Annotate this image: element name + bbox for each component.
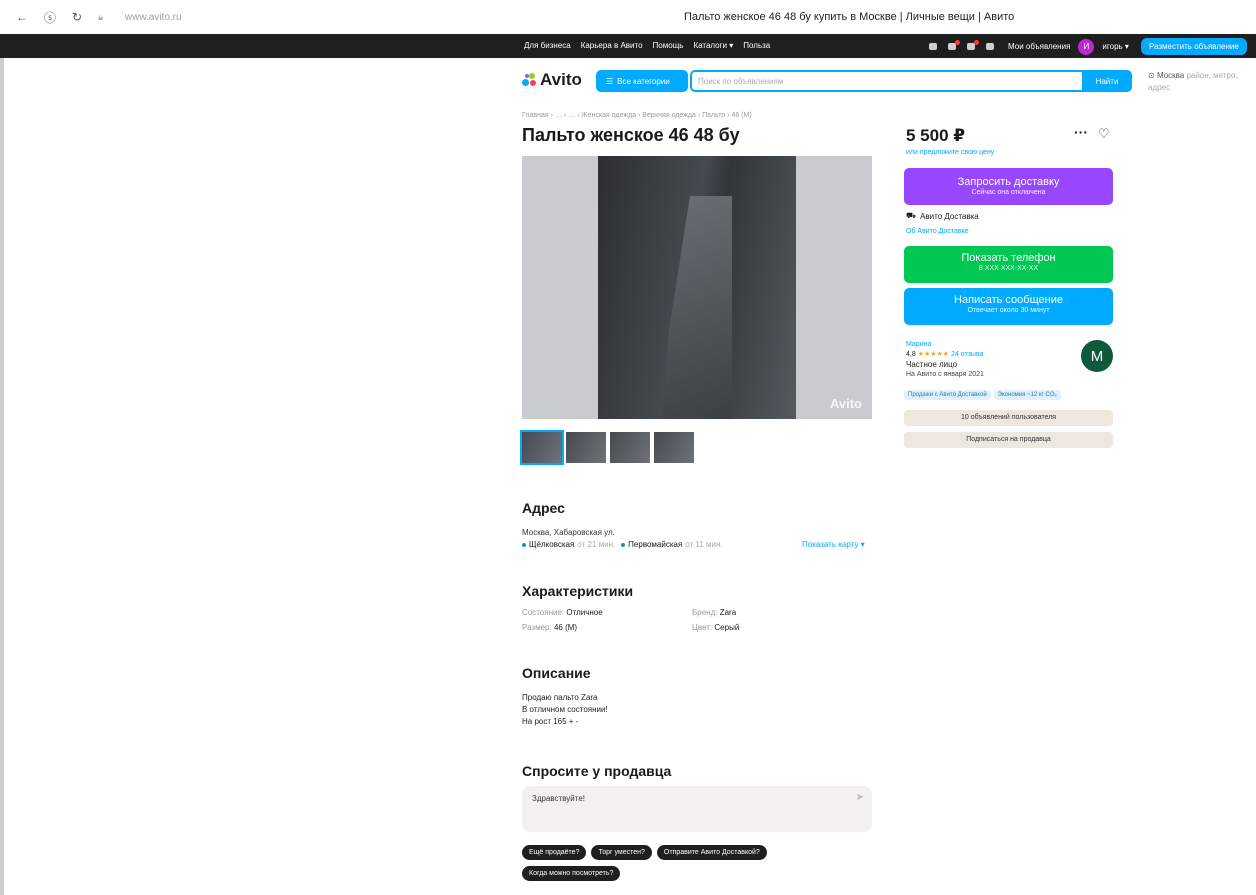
pin-icon: ⊙: [1148, 71, 1155, 80]
price: 5 500 ₽: [906, 126, 966, 145]
back-icon[interactable]: ←: [16, 10, 28, 24]
window-edge: [0, 34, 4, 895]
ask-seller-heading: Спросите у продавца: [522, 763, 672, 779]
notifications-icon[interactable]: [947, 40, 960, 52]
rating-stars-icon: ★★★★★: [917, 351, 950, 358]
show-map-link[interactable]: Показать карту ▾: [802, 540, 865, 549]
more-options-icon[interactable]: ···: [1074, 124, 1088, 140]
all-categories-button[interactable]: ☰ Все категории: [596, 70, 688, 92]
spec-item: Размер: 46 (M): [522, 623, 578, 632]
post-ad-button[interactable]: Разместить объявление: [1140, 38, 1247, 55]
metro-stations: Щёлковская от 21 мин. Первомайская от 11…: [522, 540, 723, 549]
thumbnail-4[interactable]: [654, 432, 694, 463]
browser-page-title: Пальто женское 46 48 бу купить в Москве …: [684, 11, 1015, 23]
top-navigation: Для бизнеса Карьера в Авито Помощь Катал…: [0, 34, 1256, 58]
write-message-button[interactable]: Написать сообщение Отвечает около 30 мин…: [904, 288, 1113, 325]
spec-item: Состояние: Отличное: [522, 608, 603, 617]
seller-badge: Экономия ~12 кг CO₂: [993, 390, 1061, 400]
page-title: Пальто женское 46 48 бу: [522, 125, 740, 145]
delivery-about-link[interactable]: Об Авито Доставке: [906, 228, 969, 235]
metro-line-icon: [522, 542, 526, 547]
metro-station: Первомайская от 11 мин.: [621, 540, 723, 549]
nav-benefit[interactable]: Польза: [743, 41, 770, 50]
specs-heading: Характеристики: [522, 583, 634, 599]
send-icon[interactable]: ➤: [856, 792, 864, 803]
seller-type: Частное лицо: [906, 360, 958, 369]
seller-badges: Продажи с Авито Доставкой Экономия ~12 к…: [904, 390, 1061, 400]
quick-questions: Ещё продаёте? Торг уместен? Отправите Ав…: [522, 845, 862, 881]
show-phone-button[interactable]: Показать телефон 8 XXX XXX-XX-XX: [904, 246, 1113, 283]
main-photo[interactable]: Avito: [522, 156, 872, 419]
photo-watermark: Avito: [829, 396, 862, 411]
seller-name[interactable]: Марина: [906, 340, 984, 350]
quick-question-chip[interactable]: Торг уместен?: [591, 845, 652, 860]
address-heading: Адрес: [522, 500, 565, 516]
specs-list: Состояние: Отличное Бренд: Zara Размер: …: [522, 608, 812, 632]
user-menu[interactable]: игорь ▾: [1102, 42, 1129, 51]
description-text: Продаю пальто Zara В отличном состоянии!…: [522, 693, 608, 726]
reviews-link[interactable]: 24 отзыва: [951, 351, 983, 358]
spec-item: Цвет: Серый: [692, 623, 740, 632]
nav-business[interactable]: Для бизнеса: [524, 41, 571, 50]
thumbnail-1[interactable]: [520, 430, 564, 465]
message-input[interactable]: Здравствуйте! ➤: [522, 786, 872, 832]
thumbnail-3[interactable]: [610, 432, 650, 463]
my-ads-link[interactable]: Мои объявления: [1008, 42, 1070, 51]
quick-question-chip[interactable]: Отправите Авито Доставкой?: [656, 845, 767, 860]
truck-icon: ⛟: [906, 211, 917, 220]
avito-logo[interactable]: Avito: [522, 70, 582, 90]
quick-question-chip[interactable]: Когда можно посмотреть?: [522, 866, 621, 881]
thumbnail-2[interactable]: [566, 432, 606, 463]
messages-icon[interactable]: [966, 40, 979, 52]
seller-badge: Продажи с Авито Доставкой: [904, 390, 991, 400]
breadcrumb[interactable]: Главная › … › … › Женская одежда › Верхн…: [522, 112, 752, 119]
subscribe-seller-button[interactable]: Подписаться на продавца: [904, 432, 1113, 448]
seller-info: Марина 4,8 ★★★★★ 24 отзыва Частное лицо …: [906, 340, 984, 380]
description-heading: Описание: [522, 665, 591, 681]
favorites-icon[interactable]: [928, 41, 939, 52]
seller-avatar[interactable]: М: [1081, 340, 1113, 372]
reload-icon[interactable]: ↻: [72, 10, 82, 24]
heart-icon[interactable]: ♡: [1098, 126, 1110, 142]
seller-since: На Авито с января 2021: [906, 371, 984, 378]
cart-icon[interactable]: [985, 41, 996, 52]
address-line: Москва, Хабаровская ул.: [522, 528, 615, 537]
nav-catalogs[interactable]: Каталоги ▾: [693, 41, 733, 50]
photo-thumbnails: [520, 430, 694, 465]
nav-help[interactable]: Помощь: [653, 41, 684, 50]
spec-item: Бренд: Zara: [692, 608, 737, 617]
all-seller-ads-button[interactable]: 10 объявлений пользователя: [904, 410, 1113, 426]
lock-icon: 🔒︎: [98, 11, 103, 22]
nav-career[interactable]: Карьера в Авито: [581, 41, 643, 50]
seller-rating: 4,8 ★★★★★ 24 отзыва: [906, 351, 984, 358]
quick-question-chip[interactable]: Ещё продаёте?: [522, 845, 587, 860]
metro-line-icon: [621, 542, 626, 547]
metro-station: Щёлковская от 21 мин.: [522, 540, 615, 549]
delivery-info: ⛟ Авито Доставка: [906, 211, 979, 221]
menu-icon: ☰: [606, 76, 614, 86]
shield-icon[interactable]: ⓢ: [44, 9, 56, 26]
request-delivery-button[interactable]: Запросить доставку Сейчас она отключена: [904, 168, 1113, 205]
address-bar[interactable]: www.avito.ru: [125, 12, 182, 23]
search-button[interactable]: Найти: [1082, 70, 1132, 92]
location-selector[interactable]: ⊙ Москва район, метро, адрес: [1148, 70, 1248, 94]
user-avatar[interactable]: И: [1078, 38, 1095, 55]
search-input[interactable]: Поиск по объявлениям: [690, 70, 1084, 92]
browser-toolbar: ← ⓢ ↻ 🔒︎ www.avito.ru Пальто женское 46 …: [0, 0, 1256, 34]
logo-dots-icon: [522, 73, 538, 87]
offer-price-link[interactable]: или предложите свою цену: [906, 149, 994, 156]
